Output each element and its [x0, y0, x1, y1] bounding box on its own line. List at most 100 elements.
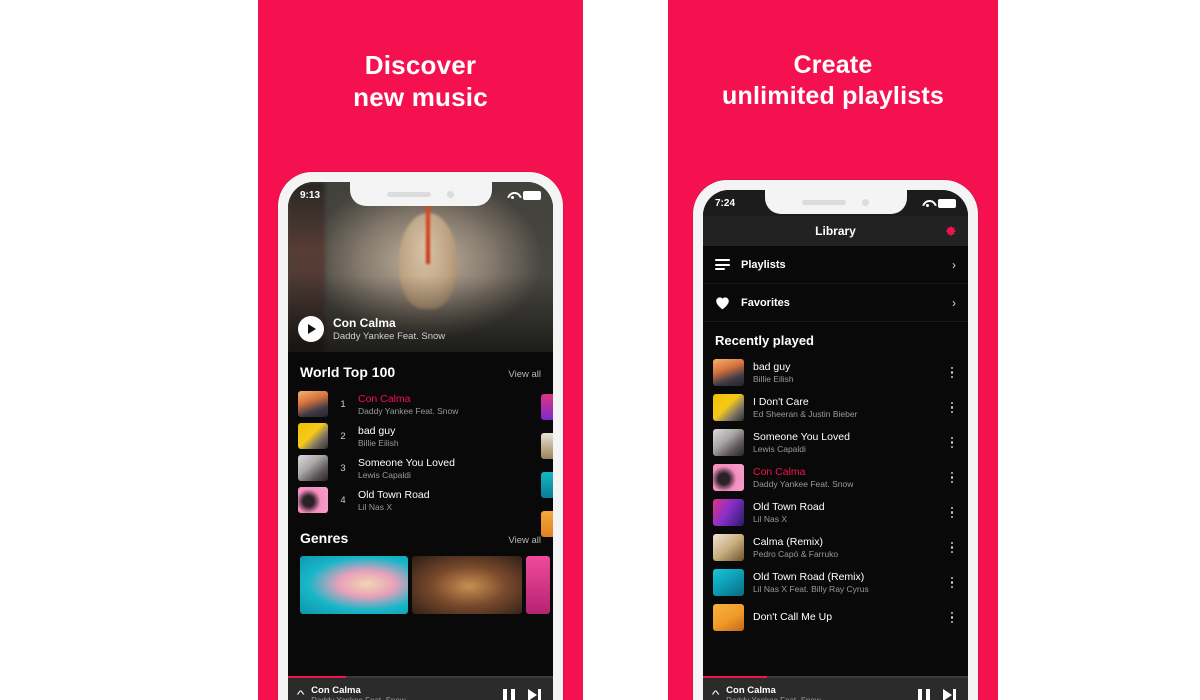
track-artist: Lewis Capaldi: [358, 469, 411, 480]
track-title: I Don't Care: [753, 396, 809, 408]
section-title: World Top 100: [300, 364, 396, 380]
more-vertical-icon[interactable]: [946, 436, 958, 449]
track-title: bad guy: [358, 424, 396, 437]
phone-notch: [349, 182, 492, 206]
list-item[interactable]: Don't Call Me Up: [703, 600, 968, 635]
track-artist: Daddy Yankee Feat. Snow: [358, 405, 459, 416]
more-vertical-icon[interactable]: [946, 576, 958, 589]
view-all-link-top100[interactable]: View all: [508, 369, 541, 380]
track-title: Calma (Remix): [753, 536, 824, 548]
genre-tile[interactable]: [300, 556, 408, 614]
more-vertical-icon[interactable]: [946, 611, 958, 624]
phone-screen-library: 7:24 Library Playlists › Favorites › Rec…: [703, 190, 968, 700]
promo-heading-right: Create unlimited playlists: [668, 50, 998, 111]
table-row[interactable]: 3 Someone You Loved Lewis Capaldi: [288, 452, 553, 484]
track-title: Con Calma: [753, 466, 806, 478]
list-item[interactable]: I Don't Care Ed Sheeran & Justin Bieber: [703, 390, 968, 425]
recently-played-heading: Recently played: [715, 333, 814, 348]
track-meta: Calma (Remix) Pedro Capó & Farruko: [753, 536, 937, 559]
sidebar-item-label: Playlists: [741, 258, 786, 271]
album-thumbnail: [713, 464, 744, 491]
promo-line-1: Discover: [364, 50, 477, 80]
view-all-link-genres[interactable]: View all: [508, 535, 541, 546]
pause-icon[interactable]: [503, 688, 515, 700]
playback-progress-bar[interactable]: [288, 676, 553, 678]
front-camera-icon: [447, 190, 454, 198]
carousel-peek-column[interactable]: [541, 394, 553, 537]
gear-icon[interactable]: [944, 225, 957, 238]
album-thumbnail: [713, 394, 744, 421]
wifi-icon: [507, 191, 518, 200]
battery-icon: [523, 190, 541, 200]
mini-player-right[interactable]: ^ Con Calma Daddy Yankee Feat. Snow: [703, 678, 968, 700]
list-item[interactable]: Con Calma Daddy Yankee Feat. Snow: [703, 460, 968, 495]
track-title: Old Town Road: [753, 501, 825, 513]
hero-track-artist: Daddy Yankee Feat. Snow: [333, 330, 446, 342]
genre-tile[interactable]: [526, 556, 550, 614]
album-thumbnail: [713, 569, 744, 596]
list-item[interactable]: Someone You Loved Lewis Capaldi: [703, 425, 968, 460]
chevron-up-icon[interactable]: ^: [712, 689, 720, 700]
promo-heading-left: Discover new music: [258, 50, 583, 113]
list-item[interactable]: Old Town Road Lil Nas X: [703, 495, 968, 530]
track-meta: bad guy Billie Eilish: [753, 361, 937, 384]
album-thumbnail: [298, 391, 328, 417]
promo-line-1: Create: [793, 51, 873, 79]
album-thumbnail: [298, 487, 328, 513]
more-vertical-icon[interactable]: [946, 471, 958, 484]
table-row[interactable]: 1 Con Calma Daddy Yankee Feat. Snow: [288, 388, 553, 420]
hero-track-title: Con Calma: [333, 315, 396, 330]
genre-tile[interactable]: [412, 556, 522, 614]
table-row[interactable]: 4 Old Town Road Lil Nas X: [288, 484, 553, 516]
album-thumbnail: [713, 359, 744, 386]
track-rank: 1: [340, 398, 346, 410]
track-artist: Daddy Yankee Feat. Snow: [753, 479, 854, 489]
promo-line-2: new music: [353, 81, 488, 112]
track-meta: Someone You Loved Lewis Capaldi: [358, 457, 543, 480]
track-artist: Lil Nas X Feat. Billy Ray Cyrus: [753, 584, 869, 594]
promo-panel-left: Discover new music 9:13 Con Calma Daddy …: [258, 0, 583, 700]
battery-icon: [938, 198, 956, 208]
mini-player-left[interactable]: ^ Con Calma Daddy Yankee Feat. Snow: [288, 678, 553, 700]
album-thumbnail: [541, 394, 553, 420]
more-vertical-icon[interactable]: [946, 401, 958, 414]
sidebar-item-favorites[interactable]: Favorites ›: [703, 284, 968, 322]
album-thumbnail: [541, 472, 553, 498]
list-item[interactable]: Calma (Remix) Pedro Capó & Farruko: [703, 530, 968, 565]
track-title: bad guy: [753, 361, 791, 373]
mini-player-title: Con Calma: [311, 685, 361, 696]
next-track-icon[interactable]: [528, 688, 541, 700]
track-rank: 4: [340, 494, 346, 506]
promo-panel-right: Create unlimited playlists 7:24 Library …: [668, 0, 998, 700]
genre-carousel[interactable]: [288, 554, 553, 614]
track-artist: Lil Nas X: [753, 514, 788, 524]
table-row[interactable]: 2 bad guy Billie Eilish: [288, 420, 553, 452]
play-icon[interactable]: [298, 316, 324, 343]
more-vertical-icon[interactable]: [946, 506, 958, 519]
next-track-icon[interactable]: [943, 688, 956, 700]
status-indicators: [922, 198, 956, 208]
more-vertical-icon[interactable]: [946, 366, 958, 379]
front-camera-icon: [862, 198, 869, 206]
sidebar-item-label: Favorites: [741, 296, 790, 309]
track-meta: Old Town Road Lil Nas X: [358, 489, 543, 512]
list-item[interactable]: bad guy Billie Eilish: [703, 355, 968, 390]
page-title: Library: [815, 224, 856, 238]
list-item[interactable]: Old Town Road (Remix) Lil Nas X Feat. Bi…: [703, 565, 968, 600]
phone-mockup-right: 7:24 Library Playlists › Favorites › Rec…: [693, 180, 978, 700]
chevron-up-icon[interactable]: ^: [297, 689, 305, 700]
section-header-genres: Genres View all: [288, 516, 553, 554]
more-vertical-icon[interactable]: [946, 541, 958, 554]
sidebar-item-playlists[interactable]: Playlists ›: [703, 246, 968, 284]
track-meta: I Don't Care Ed Sheeran & Justin Bieber: [753, 396, 937, 419]
status-time: 9:13: [300, 189, 321, 201]
earpiece-speaker: [387, 191, 431, 197]
playback-progress-bar[interactable]: [703, 676, 968, 678]
pause-icon[interactable]: [918, 688, 930, 700]
album-thumbnail: [713, 534, 744, 561]
track-rank: 3: [340, 462, 346, 474]
track-title: Old Town Road: [358, 488, 430, 501]
mini-player-artist: Daddy Yankee Feat. Snow: [311, 696, 495, 700]
track-artist: Ed Sheeran & Justin Bieber: [753, 409, 858, 419]
album-thumbnail: [713, 604, 744, 631]
